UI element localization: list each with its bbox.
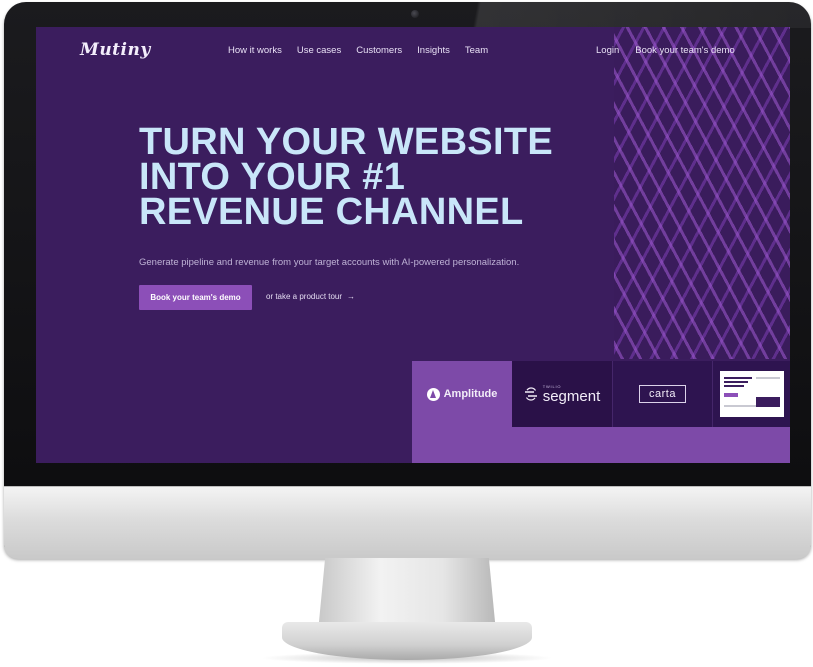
thumb-block [755, 397, 780, 407]
login-link[interactable]: Login [596, 45, 619, 56]
nav-link-how-it-works[interactable]: How it works [228, 45, 282, 56]
hero-title-line-1: TURN YOUR WEBSITE [139, 121, 553, 163]
product-tour-link[interactable]: or take a product tour → [266, 292, 355, 301]
nav-links: How it works Use cases Customers Insight… [228, 45, 488, 56]
nav-demo-link[interactable]: Book your team's demo [635, 45, 735, 56]
top-navigation: Mutiny How it works Use cases Customers … [36, 27, 790, 73]
monitor-stand-neck [318, 558, 496, 632]
segment-logo: TWILIO segment [524, 384, 601, 405]
carta-tile: carta [612, 361, 712, 427]
segment-logo-icon [524, 387, 537, 401]
hero-subtitle: Generate pipeline and revenue from your … [139, 257, 520, 268]
screen-glare [448, 2, 811, 28]
thumb-line [723, 381, 748, 383]
nav-link-team[interactable]: Team [465, 45, 488, 56]
customer-logos: Amplitude TWILIO segment carta [412, 361, 790, 427]
hero-title-line-2: INTO YOUR #1 [139, 156, 406, 198]
nav-link-use-cases[interactable]: Use cases [297, 45, 341, 56]
segment-text: TWILIO segment [542, 384, 601, 405]
product-tour-label: or take a product tour [266, 292, 343, 301]
arrow-right-icon: → [347, 292, 356, 301]
nav-link-insights[interactable]: Insights [417, 45, 450, 56]
nav-link-customers[interactable]: Customers [356, 45, 402, 56]
amplitude-tile: Amplitude [412, 361, 512, 427]
mutiny-logo[interactable]: Mutiny [80, 40, 151, 60]
monitor-chin [4, 486, 811, 559]
thumb-line [723, 377, 752, 379]
amplitude-label: Amplitude [443, 388, 498, 400]
thumb-line [723, 385, 744, 387]
camera-icon [411, 10, 419, 18]
hero-title: TURN YOUR WEBSITE INTO YOUR #1 REVENUE C… [139, 121, 609, 233]
hero-title-line-3: REVENUE CHANNEL [139, 191, 524, 233]
segment-label: segment [542, 387, 601, 405]
product-screenshot-tile [712, 361, 790, 427]
segment-tile: TWILIO segment [512, 361, 612, 427]
nav-actions: Login Book your team's demo [596, 45, 735, 56]
book-demo-button[interactable]: Book your team's demo [139, 285, 252, 310]
product-screenshot-thumbnail [719, 371, 784, 417]
thumb-button [723, 393, 738, 397]
amplitude-logo-icon [426, 387, 440, 401]
decorative-pattern [614, 27, 790, 359]
thumb-line [755, 377, 780, 379]
carta-logo: carta [639, 385, 686, 403]
website-screen: Mutiny How it works Use cases Customers … [36, 27, 790, 463]
